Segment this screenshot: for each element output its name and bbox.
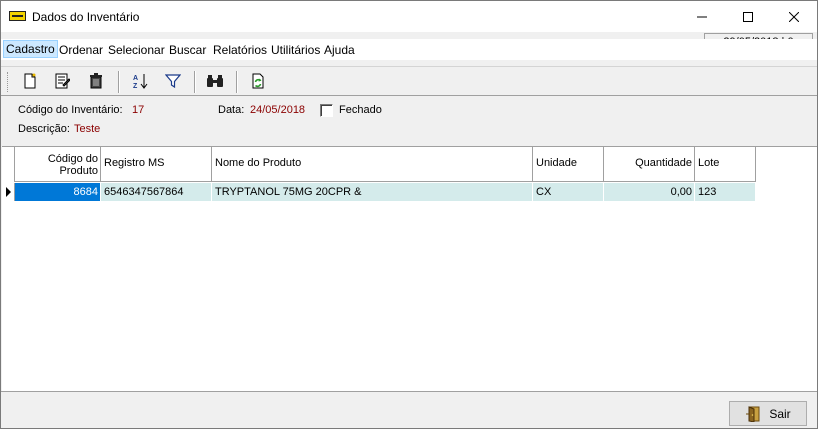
data-value: 24/05/2018 [250, 104, 306, 116]
current-row-arrow-icon [6, 187, 11, 197]
toolbar: AZ [1, 66, 817, 95]
sair-label: Sair [769, 406, 791, 421]
column-header-lote[interactable]: Lote [695, 147, 756, 182]
descricao-value: Teste [74, 123, 101, 135]
toolbar-separator [236, 71, 238, 93]
column-header-quantidade[interactable]: Quantidade [604, 147, 695, 182]
new-document-icon [24, 73, 36, 89]
menu-ajuda[interactable]: Ajuda [324, 43, 355, 57]
cell-registro[interactable]: 6546347567864 [101, 183, 212, 201]
cell-quantidade[interactable]: 0,00 [604, 183, 695, 201]
trash-icon [90, 73, 102, 89]
svg-text:Z: Z [133, 83, 138, 89]
maximize-icon [743, 11, 753, 22]
edit-button[interactable] [51, 70, 73, 92]
cell-lote[interactable]: 123 [695, 183, 756, 201]
column-header-unidade[interactable]: Unidade [533, 147, 604, 182]
title-bar: Dados do Inventário [1, 1, 817, 32]
data-label: Data: [218, 104, 245, 116]
exit-door-icon [746, 405, 760, 422]
row-indicator [2, 183, 15, 201]
inventory-info-panel: Código do Inventário: 17 Data: 24/05/201… [1, 95, 817, 145]
maximize-button[interactable] [725, 1, 771, 32]
menu-utilitarios[interactable]: Utilitários [271, 43, 320, 57]
app-logo-icon [9, 11, 26, 21]
refresh-icon [252, 73, 264, 89]
close-button[interactable] [771, 1, 817, 32]
sort-az-icon: AZ [133, 74, 148, 89]
main-window: Dados do Inventário 29/05/2018 | 0 Cadas… [0, 0, 818, 429]
menu-selecionar[interactable]: Selecionar [108, 43, 165, 57]
codigo-value: 17 [132, 104, 145, 116]
descricao-label: Descrição: [18, 123, 70, 135]
window-title: Dados do Inventário [32, 10, 140, 24]
menu-buscar[interactable]: Buscar [169, 43, 206, 57]
column-header-codigo-line1: Código do [47, 153, 98, 165]
toolbar-separator [118, 71, 120, 93]
fechado-checkbox[interactable] [320, 104, 333, 117]
search-button[interactable] [204, 70, 226, 92]
edit-document-icon [55, 73, 70, 89]
menu-ordenar[interactable]: Ordenar [59, 43, 103, 57]
delete-button[interactable] [85, 70, 107, 92]
cell-codigo[interactable]: 8684 [15, 183, 101, 201]
filter-button[interactable] [162, 70, 184, 92]
filter-icon [165, 74, 181, 89]
codigo-label: Código do Inventário: [18, 104, 123, 116]
column-header-nome[interactable]: Nome do Produto [212, 147, 533, 182]
column-header-registro[interactable]: Registro MS [101, 147, 212, 182]
products-grid[interactable]: Código do Produto Registro MS Nome do Pr… [2, 146, 817, 391]
cell-nome[interactable]: TRYPTANOL 75MG 20CPR & [212, 183, 533, 201]
row-header-corner [2, 147, 15, 182]
sair-button[interactable]: Sair [729, 401, 807, 426]
column-header-codigo-line2: Produto [59, 165, 98, 177]
column-header-codigo[interactable]: Código do Produto [15, 147, 101, 182]
close-icon [789, 11, 799, 22]
minimize-icon [697, 16, 707, 17]
fechado-label[interactable]: Fechado [339, 104, 382, 116]
menu-cadastro[interactable]: Cadastro [3, 40, 58, 58]
sort-button[interactable]: AZ [129, 70, 151, 92]
menu-relatorios[interactable]: Relatórios [213, 43, 267, 57]
binoculars-icon [207, 75, 223, 87]
new-button[interactable] [19, 70, 41, 92]
toolbar-grip[interactable] [7, 72, 9, 92]
svg-text:A: A [133, 75, 138, 82]
bottom-bar: Sair [1, 391, 817, 428]
cell-unidade[interactable]: CX [533, 183, 604, 201]
toolbar-separator [194, 71, 196, 93]
refresh-button[interactable] [247, 70, 269, 92]
menu-bar: Cadastro Ordenar Selecionar Buscar Relat… [1, 39, 817, 60]
minimize-button[interactable] [679, 1, 725, 32]
